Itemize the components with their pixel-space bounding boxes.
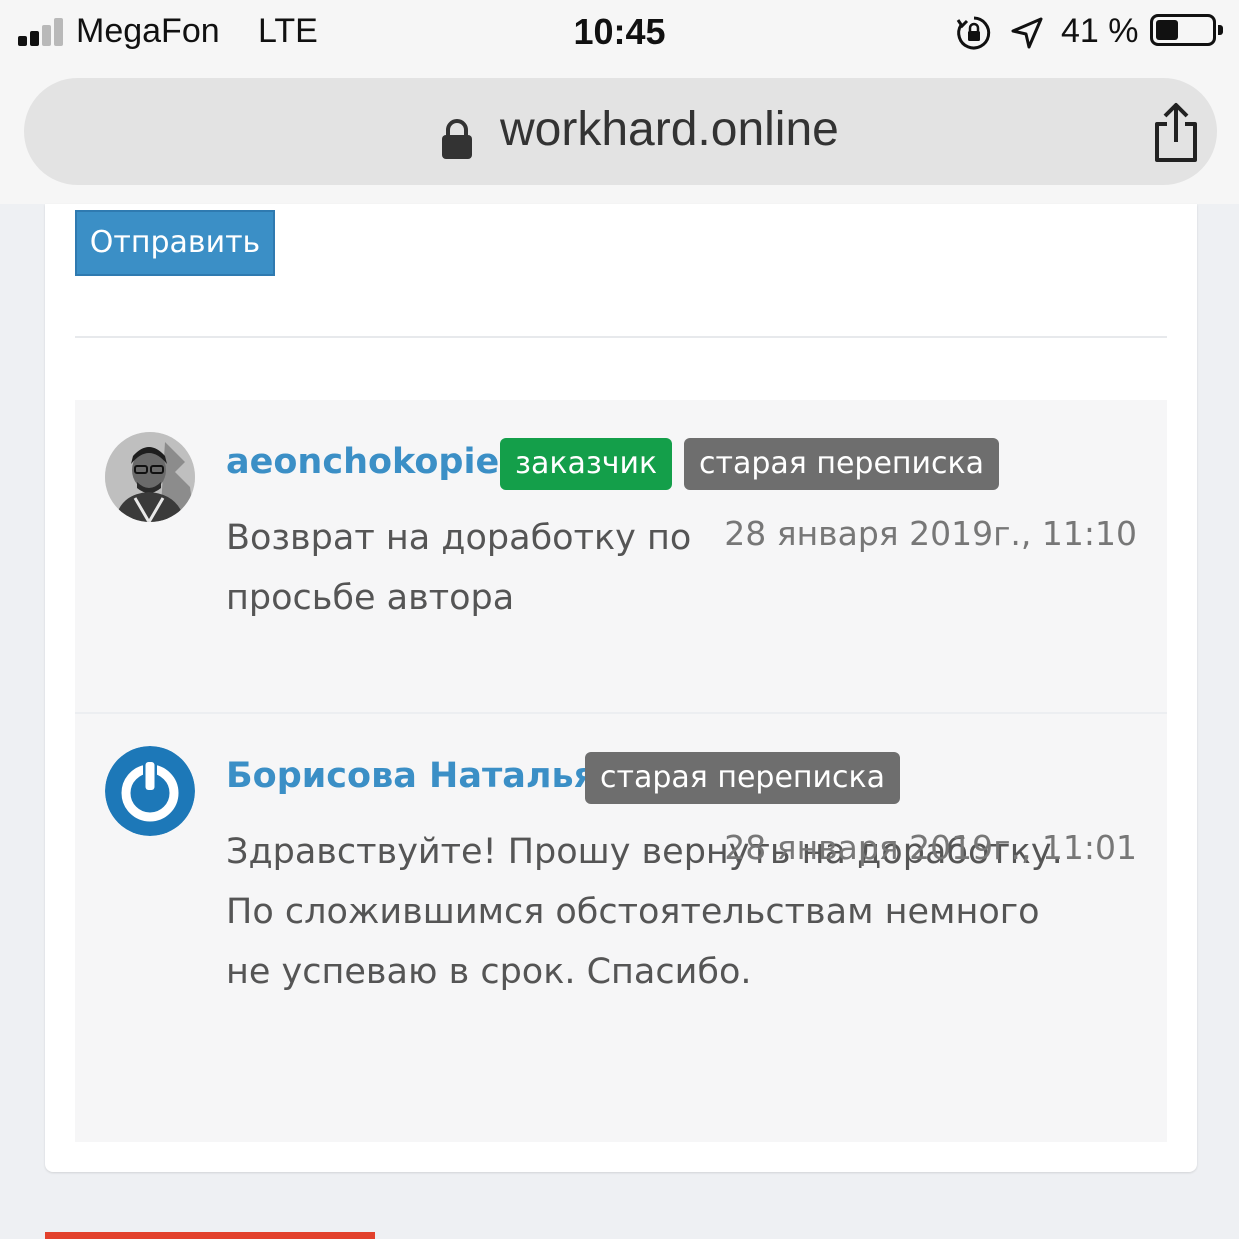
battery-icon: [1150, 14, 1223, 46]
old-correspondence-badge: старая переписка: [585, 752, 901, 804]
avatar[interactable]: [105, 746, 195, 836]
battery-level: [1156, 20, 1178, 40]
lock-icon: [442, 119, 472, 159]
comment-timestamp: 28 января 2019г., 11:10: [724, 514, 1137, 553]
old-correspondence-badge: старая переписка: [684, 438, 1000, 490]
divider: [75, 336, 1167, 338]
power-logo-avatar: [105, 746, 195, 836]
content-card: Отправить aeonchokopie заказчик старая п…: [45, 204, 1197, 1172]
comment-item: aeonchokopie заказчик старая переписка В…: [75, 400, 1167, 712]
action-button-edge[interactable]: [45, 1232, 375, 1239]
user-photo-avatar: [105, 432, 195, 522]
send-button[interactable]: Отправить: [75, 210, 275, 276]
rotation-lock-icon: [956, 16, 991, 50]
avatar[interactable]: [105, 432, 195, 522]
network-type: LTE: [258, 12, 318, 50]
share-icon[interactable]: [1149, 102, 1203, 164]
comment-author[interactable]: Борисова Наталья: [226, 756, 596, 796]
role-badge: заказчик: [500, 438, 673, 490]
signal-icon: [18, 16, 68, 46]
carrier-name: MegaFon: [76, 12, 220, 50]
comment-text: Возврат на доработку по просьбе автора: [226, 518, 692, 618]
comment-item: Борисова Наталья старая переписка Здравс…: [75, 712, 1167, 1142]
status-bar: MegaFon LTE 10:45 41 %: [0, 0, 1239, 72]
address-bar[interactable]: workhard.online: [24, 78, 1217, 185]
url-text[interactable]: workhard.online: [500, 102, 839, 157]
location-arrow-icon: [1011, 17, 1043, 49]
comment-author[interactable]: aeonchokopie: [226, 442, 499, 482]
browser-toolbar: workhard.online: [0, 72, 1239, 204]
comment-timestamp: 28 января 2019г., 11:01: [724, 828, 1137, 867]
battery-percent: 41 %: [1061, 12, 1139, 50]
